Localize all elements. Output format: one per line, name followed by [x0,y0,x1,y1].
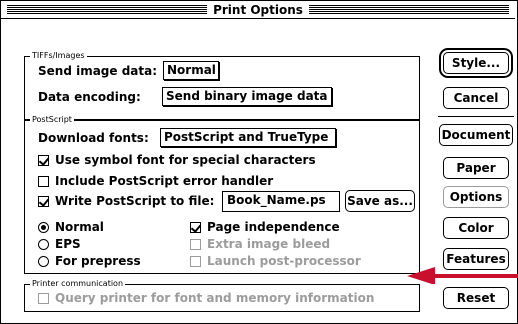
annotation-arrow-icon [407,267,518,284]
extra-bleed-checkbox[interactable] [190,239,201,250]
send-image-data-label: Send image data: [38,64,158,78]
query-printer-label: Query printer for font and memory inform… [55,291,375,305]
error-handler-checkbox[interactable] [38,176,49,187]
format-eps-label: EPS [55,237,81,251]
format-normal-label: Normal [55,220,104,234]
title-bar[interactable]: Print Options [1,1,515,19]
save-as-button[interactable]: Save as... [345,190,415,212]
printer-communication-group-label: Printer communication [30,279,126,289]
query-printer-checkbox[interactable] [38,293,49,304]
reset-button[interactable]: Reset [443,287,509,309]
tiffs-images-group-label: TIFFs/Images [30,51,87,61]
download-fonts-label: Download fonts: [38,131,149,145]
document-button[interactable]: Document [439,124,513,146]
window-title: Print Options [207,2,309,18]
cancel-button[interactable]: Cancel [443,87,509,109]
symbol-font-checkbox[interactable] [38,155,49,166]
write-to-file-checkbox[interactable] [38,196,49,207]
page-independence-label: Page independence [207,220,340,234]
file-name-field[interactable]: Book_Name.ps [222,191,340,212]
button-divider [438,116,514,117]
paper-button[interactable]: Paper [443,157,509,179]
color-button[interactable]: Color [443,217,509,239]
symbol-font-label: Use symbol font for special characters [55,153,316,167]
style-button[interactable]: Style... [439,48,513,78]
data-encoding-popup[interactable]: Send binary image data [162,87,332,106]
format-prepress-radio[interactable] [38,256,49,267]
error-handler-label: Include PostScript error handler [55,174,274,188]
format-eps-radio[interactable] [38,239,49,250]
launch-post-processor-label: Launch post-processor [207,254,361,268]
postscript-group-label: PostScript [30,115,74,125]
format-prepress-label: For prepress [55,254,141,268]
download-fonts-popup[interactable]: PostScript and TrueType [160,128,336,147]
options-button[interactable]: Options [443,186,509,208]
write-to-file-label: Write PostScript to file: [55,194,215,208]
data-encoding-label: Data encoding: [38,90,141,104]
send-image-data-popup[interactable]: Normal [163,61,219,80]
format-normal-radio[interactable] [38,222,49,233]
extra-bleed-label: Extra image bleed [207,237,331,251]
page-independence-checkbox[interactable] [190,222,201,233]
launch-post-processor-checkbox[interactable] [190,256,201,267]
